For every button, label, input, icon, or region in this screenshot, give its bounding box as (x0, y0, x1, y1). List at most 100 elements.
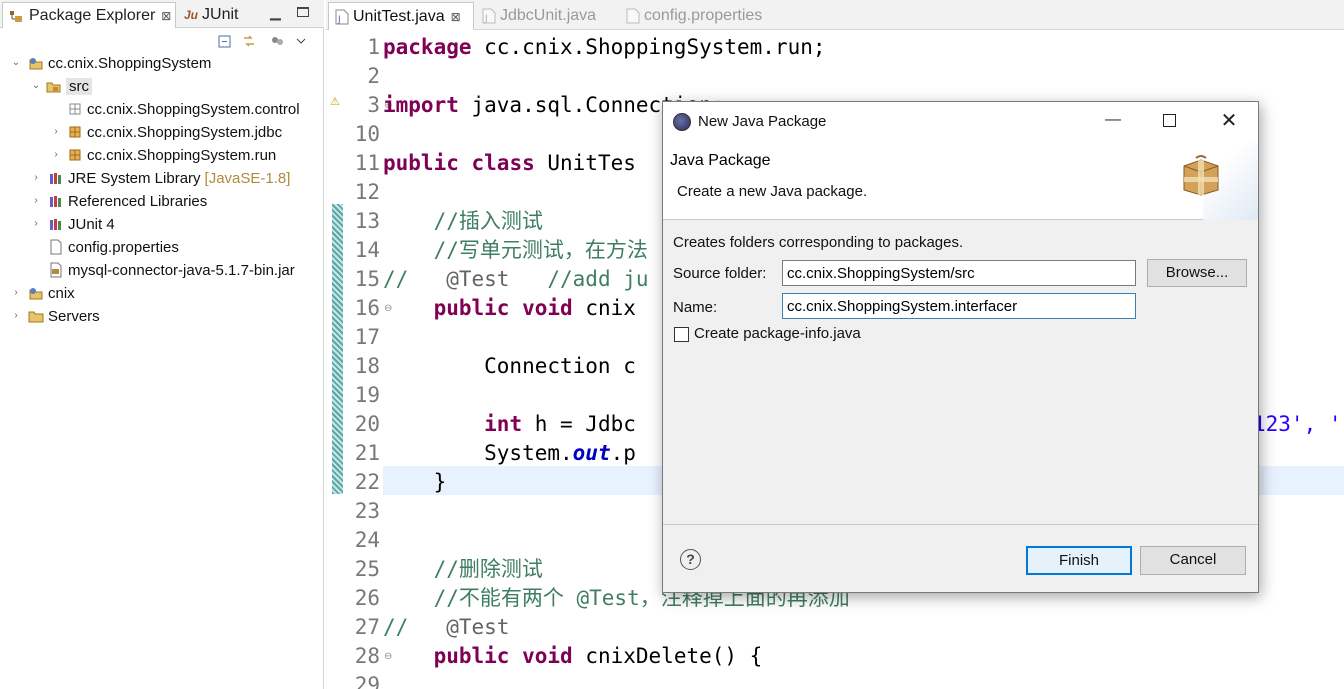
close-icon[interactable]: ✕ (1214, 110, 1244, 134)
code-line[interactable]: //删除测试 (383, 555, 543, 584)
tab-junit[interactable]: Ju JUnit (180, 2, 238, 28)
maximize-icon[interactable] (1163, 114, 1176, 127)
java-project-icon (28, 55, 44, 71)
java-file-icon: J (482, 8, 496, 24)
code-token: cnix (572, 296, 636, 320)
package-info-checkbox[interactable] (674, 327, 689, 342)
collapsed-chevron-icon[interactable]: › (50, 126, 62, 138)
code-line[interactable]: Connection c (383, 352, 636, 381)
code-line[interactable]: //写单元测试，在方法 (383, 236, 648, 265)
close-tab-icon[interactable]: ⊠ (161, 9, 171, 23)
wizard-heading: Java Package (670, 152, 771, 169)
tab-package-explorer[interactable]: Package Explorer ⊠ (2, 2, 176, 28)
tree-item-package[interactable]: › cc.cnix.ShoppingSystem.run (50, 144, 276, 166)
collapsed-chevron-icon[interactable]: › (30, 195, 42, 207)
link-with-editor-icon[interactable] (240, 33, 258, 49)
line-number: 19 (354, 383, 380, 407)
tree-item-label: src (66, 77, 92, 95)
warning-icon: ⚠ (330, 96, 340, 108)
package-explorer-icon (9, 9, 23, 23)
tree-item-label: mysql-connector-java-5.1.7-bin.jar (68, 261, 295, 279)
finish-button[interactable]: Finish (1026, 546, 1132, 575)
code-line[interactable]: // @Test (383, 613, 509, 642)
tree-item-package[interactable]: › cc.cnix.ShoppingSystem.jdbc (50, 121, 282, 143)
line-number: 11 (354, 151, 380, 175)
svg-text:J: J (337, 15, 341, 25)
code-line[interactable]: public class UnitTes (383, 149, 636, 178)
code-token: out (572, 441, 611, 465)
wizard-subtitle: Create a new Java package. (677, 183, 868, 200)
tree-item-label: cc.cnix.ShoppingSystem.jdbc (87, 123, 283, 141)
tree-item-project[interactable]: ⌄ cc.cnix.ShoppingSystem (10, 52, 212, 74)
tree-item-label: JRE System Library (68, 169, 201, 187)
code-line[interactable]: int h = Jdbc 123', ' (383, 410, 1341, 439)
minimize-icon[interactable]: ▁ (270, 4, 281, 21)
code-line[interactable]: // @Test //add ju (383, 265, 649, 294)
code-token: cnixDelete() { (572, 644, 763, 668)
filters-icon[interactable] (268, 33, 286, 49)
close-tab-icon[interactable]: ⊠ (451, 10, 461, 24)
cancel-button[interactable]: Cancel (1140, 546, 1246, 575)
code-line[interactable]: } (383, 468, 447, 497)
help-icon[interactable]: ? (680, 549, 701, 570)
expanded-chevron-icon[interactable]: ⌄ (30, 80, 42, 92)
code-line[interactable]: package cc.cnix.ShoppingSystem.run; (383, 33, 826, 62)
wizard-description: Creates folders corresponding to package… (673, 234, 964, 251)
source-folder-icon (46, 78, 62, 94)
junit-icon: Ju (184, 8, 199, 22)
view-menu-icon[interactable] (292, 33, 310, 49)
code-line[interactable]: public void cnixDelete() { (383, 642, 763, 671)
minimize-icon[interactable]: — (1098, 111, 1128, 133)
code-token: //删除测试 (433, 557, 543, 581)
tab-jdbcunit-java[interactable]: J JdbcUnit.java (478, 2, 596, 30)
code-token: cc.cnix.ShoppingSystem.run; (471, 35, 826, 59)
code-token: Connection c (383, 354, 636, 378)
code-line[interactable]: //插入测试 (383, 207, 543, 236)
dialog-titlebar[interactable]: New Java Package — ✕ (663, 102, 1258, 142)
collapsed-chevron-icon[interactable]: › (30, 218, 42, 230)
code-line[interactable]: System.out.p (383, 439, 636, 468)
tree-item-src[interactable]: ⌄ src (30, 75, 92, 97)
tree-item-servers[interactable]: › Servers (10, 305, 99, 327)
code-line[interactable]: public void cnix (383, 294, 636, 323)
package-box-icon (1181, 154, 1221, 196)
line-number: 16 (354, 296, 380, 320)
tree-item-label: cc.cnix.ShoppingSystem.run (87, 146, 277, 164)
maximize-icon[interactable] (297, 7, 309, 17)
line-number: 21 (354, 441, 380, 465)
collapsed-chevron-icon[interactable]: › (10, 310, 22, 322)
code-token: .p (610, 441, 636, 465)
line-number: 12 (354, 180, 380, 204)
browse-button[interactable]: Browse... (1147, 259, 1247, 287)
tree-item-package[interactable]: cc.cnix.ShoppingSystem.control (67, 98, 300, 120)
collapsed-chevron-icon[interactable]: › (30, 172, 42, 184)
tab-label: JdbcUnit.java (500, 7, 597, 24)
library-icon (48, 216, 64, 232)
editor-tab-bar: J UnitTest.java ⊠ J JdbcUnit.java config… (326, 0, 1344, 30)
tab-unittest-java[interactable]: J UnitTest.java ⊠ (328, 2, 474, 30)
package-info-checkbox-label[interactable]: Create package-info.java (694, 325, 861, 342)
tree-item-referenced-libraries[interactable]: › Referenced Libraries (30, 190, 207, 212)
file-icon (48, 239, 64, 255)
tree-item-project[interactable]: › cnix (10, 282, 74, 304)
collapsed-chevron-icon[interactable]: › (50, 149, 62, 161)
package-explorer-panel: Package Explorer ⊠ Ju JUnit ▁ ⌄ cc.cnix.… (0, 0, 324, 689)
package-name-field[interactable] (782, 293, 1136, 319)
expanded-chevron-icon[interactable]: ⌄ (10, 57, 22, 69)
tree-item-jre[interactable]: › JRE System Library [JavaSE-1.8] (30, 167, 290, 189)
collapse-all-icon[interactable] (216, 33, 234, 49)
source-folder-field[interactable] (782, 260, 1136, 286)
tree-item-jar[interactable]: mysql-connector-java-5.1.7-bin.jar (48, 259, 295, 281)
collapsed-chevron-icon[interactable]: › (10, 287, 22, 299)
tree-item-file[interactable]: config.properties (48, 236, 179, 258)
code-token: UnitTes (534, 151, 636, 175)
tab-config-properties[interactable]: config.properties (622, 2, 762, 30)
tree-item-junit[interactable]: › JUnit 4 (30, 213, 114, 235)
code-token: @Test (408, 615, 510, 639)
tab-package-explorer-label: Package Explorer (29, 6, 156, 24)
line-number: 28 (354, 644, 380, 668)
